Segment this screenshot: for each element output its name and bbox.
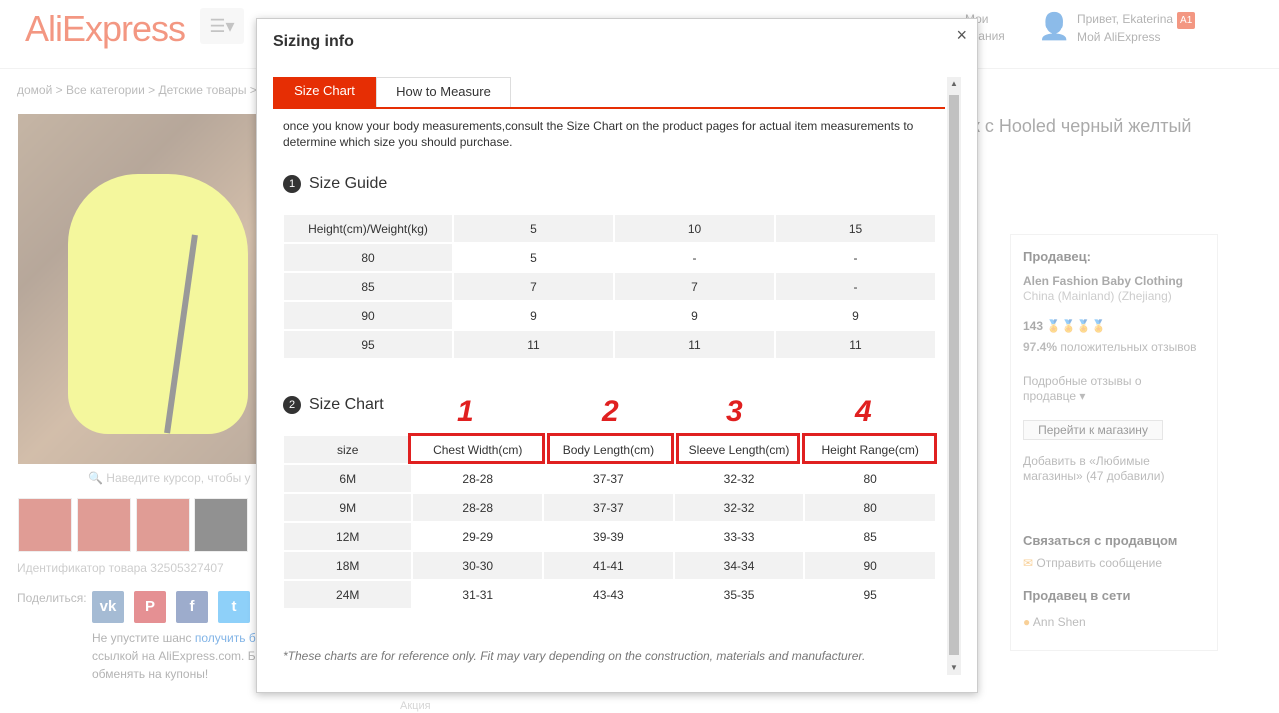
size-chart-heading: 2 Size Chart: [283, 396, 384, 414]
table-row: 90 9 9 9: [284, 302, 935, 329]
table-row: 80 5 - -: [284, 244, 935, 271]
section-number: 2: [283, 396, 301, 414]
table-cell: 35-35: [674, 581, 804, 608]
sizing-info-modal: Sizing info × Size Chart How to Measure …: [256, 18, 978, 693]
highlight-box: [408, 433, 545, 464]
table-cell: 15: [776, 215, 935, 242]
table-cell: 43-43: [544, 581, 673, 608]
table-cell: 34-34: [674, 552, 804, 579]
table-cell: size: [284, 436, 412, 463]
table-cell: 32-32: [674, 465, 804, 492]
modal-scrollbar[interactable]: ▲ ▼: [947, 77, 961, 675]
table-cell: 37-37: [544, 465, 673, 492]
table-cell: 85: [805, 523, 935, 550]
table-cell: 24M: [284, 581, 412, 608]
intro-text: once you know your body measurements,con…: [283, 119, 914, 149]
table-row: 18M 30-30 41-41 34-34 90: [284, 552, 935, 579]
table-row: 24M 31-31 43-43 35-35 95: [284, 581, 935, 608]
table-cell: 32-32: [674, 494, 804, 521]
size-guide-table: Height(cm)/Weight(kg) 5 10 15 80 5 - - 8…: [282, 213, 937, 360]
table-cell: 95: [805, 581, 935, 608]
scroll-thumb[interactable]: [949, 95, 959, 655]
table-cell: 5: [454, 215, 613, 242]
table-cell: 9M: [284, 494, 412, 521]
table-cell: 11: [454, 331, 613, 358]
table-cell: 11: [776, 331, 935, 358]
table-cell: 28-28: [413, 465, 543, 492]
highlight-box: [802, 433, 937, 464]
tab-bar: Size Chart How to Measure: [273, 77, 945, 109]
table-row: 95 11 11 11: [284, 331, 935, 358]
annotation-number: 3: [726, 395, 743, 428]
modal-title: Sizing info: [273, 33, 354, 50]
scroll-down-icon[interactable]: ▼: [947, 661, 961, 675]
table-cell: 90: [284, 302, 452, 329]
table-cell: 90: [805, 552, 935, 579]
table-cell: 6M: [284, 465, 412, 492]
table-cell: 31-31: [413, 581, 543, 608]
table-cell: 5: [454, 244, 613, 271]
table-cell: 33-33: [674, 523, 804, 550]
table-row: 85 7 7 -: [284, 273, 935, 300]
scroll-up-icon[interactable]: ▲: [947, 77, 961, 91]
tab-size-chart[interactable]: Size Chart: [273, 77, 376, 107]
table-cell: 95: [284, 331, 452, 358]
tab-how-to-measure[interactable]: How to Measure: [376, 77, 511, 107]
table-cell: 10: [615, 215, 774, 242]
table-cell: -: [615, 244, 774, 271]
table-cell: 28-28: [413, 494, 543, 521]
table-cell: -: [776, 273, 935, 300]
table-cell: 85: [284, 273, 452, 300]
close-icon[interactable]: ×: [956, 25, 967, 46]
table-header-row: Height(cm)/Weight(kg) 5 10 15: [284, 215, 935, 242]
table-cell: 37-37: [544, 494, 673, 521]
table-cell: 11: [615, 331, 774, 358]
table-cell: 80: [284, 244, 452, 271]
table-cell: 39-39: [544, 523, 673, 550]
table-cell: 9: [454, 302, 613, 329]
table-cell: -: [776, 244, 935, 271]
table-cell: 12M: [284, 523, 412, 550]
annotation-number: 1: [457, 395, 474, 428]
size-guide-heading: 1 Size Guide: [283, 175, 387, 193]
section-number: 1: [283, 175, 301, 193]
table-cell: 7: [454, 273, 613, 300]
highlight-box: [547, 433, 674, 464]
reference-note: *These charts are for reference only. Fi…: [283, 649, 866, 663]
modal-content: Size Chart How to Measure once you know …: [257, 75, 947, 675]
table-cell: 9: [776, 302, 935, 329]
annotation-number: 4: [855, 395, 872, 428]
table-row: 9M 28-28 37-37 32-32 80: [284, 494, 935, 521]
annotation-number: 2: [602, 395, 619, 428]
table-cell: Height(cm)/Weight(kg): [284, 215, 452, 242]
highlight-box: [676, 433, 800, 464]
table-row: 12M 29-29 39-39 33-33 85: [284, 523, 935, 550]
table-cell: 80: [805, 494, 935, 521]
table-cell: 7: [615, 273, 774, 300]
table-cell: 30-30: [413, 552, 543, 579]
table-cell: 18M: [284, 552, 412, 579]
table-cell: 80: [805, 465, 935, 492]
table-row: 6M 28-28 37-37 32-32 80: [284, 465, 935, 492]
table-cell: 9: [615, 302, 774, 329]
table-cell: 29-29: [413, 523, 543, 550]
table-cell: 41-41: [544, 552, 673, 579]
